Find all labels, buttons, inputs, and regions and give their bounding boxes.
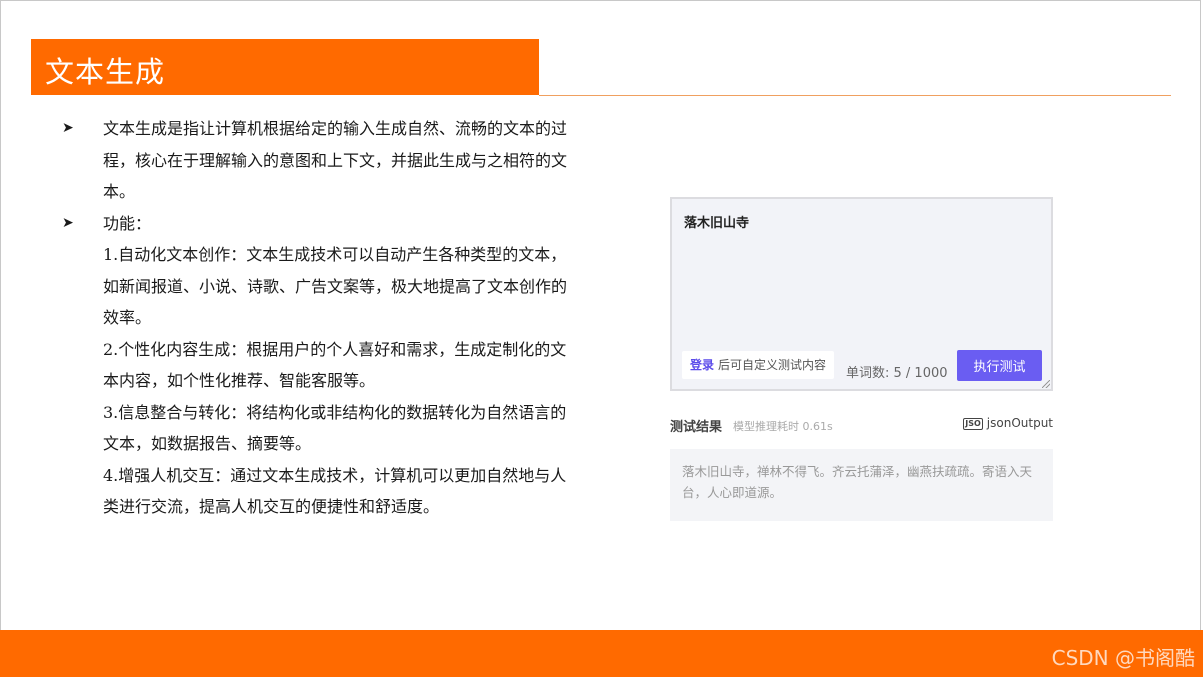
login-link[interactable]: 登录	[690, 358, 714, 372]
intro-text: 文本生成是指让计算机根据给定的输入生成自然、流畅的文本的过程，核心在于理解输入的…	[103, 119, 568, 201]
feature-item: 3.信息整合与转化：将结构化或非结构化的数据转化为自然语言的文本，如数据报告、摘…	[103, 402, 567, 454]
result-output: 落木旧山寺，禅林不得飞。齐云托蒲泽，幽燕扶疏疏。寄语入天台，人心即道源。	[670, 449, 1053, 521]
feature-item: 2.个性化内容生成：根据用户的个人喜好和需求，生成定制化的文本内容，如个性化推荐…	[103, 339, 567, 391]
json-icon: JSO	[963, 418, 983, 430]
title-bar: 文本生成	[31, 39, 539, 95]
arrow-bullet-icon: ➤	[62, 120, 74, 136]
feature-item: 1.自动化文本创作：文本生成技术可以自动产生各种类型的文本，如新闻报道、小说、诗…	[103, 245, 568, 327]
result-header: 测试结果 模型推理耗时 0.61s JSO jsonOutput	[670, 416, 1053, 436]
word-count: 单词数: 5 / 1000	[846, 366, 948, 381]
login-hint: 登录 后可自定义测试内容	[682, 351, 835, 379]
features-bullet: ➤ 功能：	[62, 208, 582, 240]
json-output-toggle[interactable]: JSO jsonOutput	[963, 416, 1053, 430]
result-title: 测试结果	[670, 420, 723, 435]
resize-grip-icon[interactable]	[1042, 380, 1050, 388]
feature-item: 4.增强人机交互：通过文本生成技术，计算机可以更加自然地与人类进行交流，提高人机…	[103, 465, 567, 517]
arrow-bullet-icon: ➤	[62, 214, 74, 231]
intro-bullet: ➤ 文本生成是指让计算机根据给定的输入生成自然、流畅的文本的过程，核心在于理解输…	[62, 113, 582, 208]
run-test-button[interactable]: 执行测试	[957, 350, 1042, 381]
slide-title: 文本生成	[45, 55, 166, 89]
demo-input-text[interactable]: 落木旧山寺	[684, 212, 749, 231]
latency-text: 模型推理耗时 0.61s	[733, 420, 833, 433]
login-hint-text: 后可自定义测试内容	[718, 358, 827, 372]
title-divider	[539, 95, 1171, 96]
json-output-label: jsonOutput	[986, 416, 1053, 430]
slide-body: ➤ 文本生成是指让计算机根据给定的输入生成自然、流畅的文本的过程，核心在于理解输…	[62, 113, 582, 523]
watermark: CSDN @书阁酷	[1051, 646, 1195, 670]
footer-bar: CSDN @书阁酷	[0, 630, 1203, 677]
demo-input-box[interactable]: 落木旧山寺 登录 后可自定义测试内容 单词数: 5 / 1000 执行测试	[670, 197, 1053, 391]
features-label: 功能：	[103, 213, 152, 233]
